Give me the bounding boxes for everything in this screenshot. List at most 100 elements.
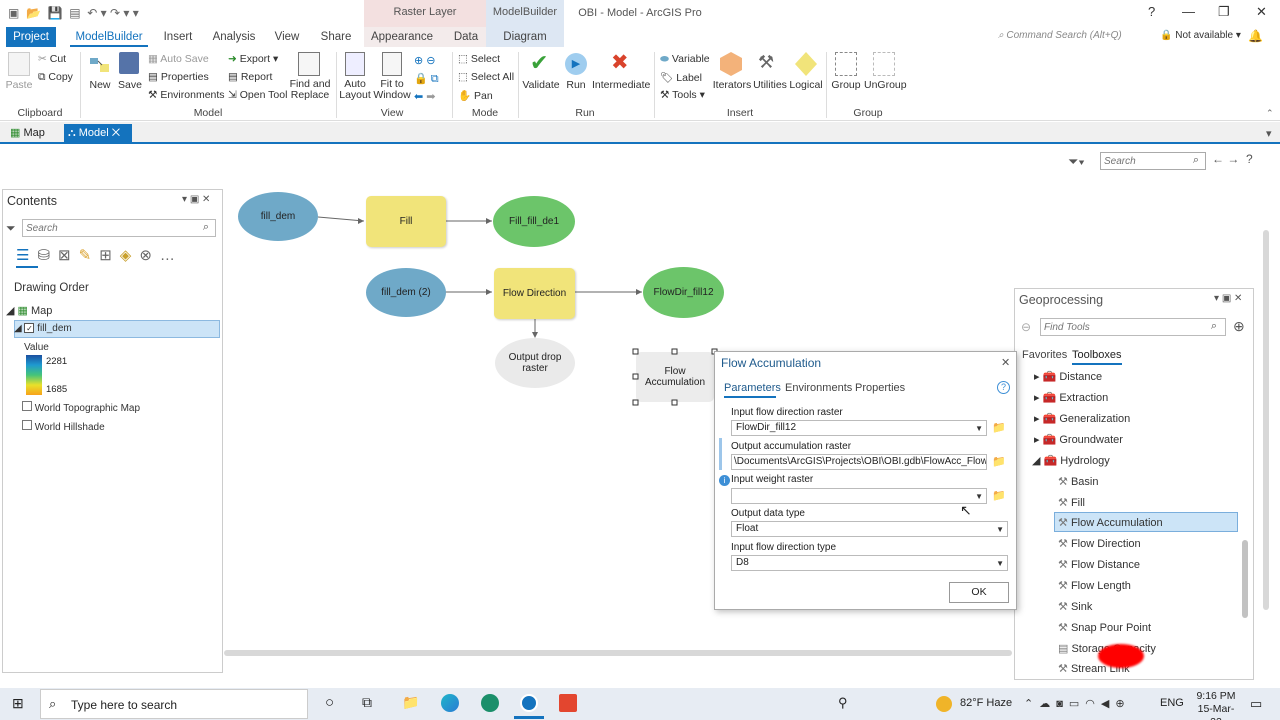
scrollbar-thumb[interactable] bbox=[1242, 540, 1248, 618]
filter-icon[interactable]: ⏷ bbox=[6, 221, 16, 236]
pencil-icon[interactable]: ✎ bbox=[79, 247, 100, 264]
node-output-drop-raster[interactable]: Output drop raster bbox=[495, 338, 575, 388]
camera-icon[interactable]: ◙ bbox=[1056, 698, 1069, 710]
language-indicator[interactable]: ENG bbox=[1160, 697, 1184, 709]
canvas-hscrollbar[interactable] bbox=[224, 650, 1012, 656]
source-icon[interactable]: ⊠ bbox=[58, 247, 79, 264]
tab-favorites[interactable]: Favorites bbox=[1022, 349, 1067, 361]
wifi-icon[interactable]: ◠ bbox=[1085, 698, 1101, 710]
layer-fill-dem-row[interactable]: ◢ ✓ fill_dem bbox=[14, 323, 72, 334]
task-view-icon[interactable]: ⧉ bbox=[362, 694, 372, 711]
checkbox-unchecked[interactable] bbox=[22, 420, 32, 430]
toolset-hydrology[interactable]: ◢ 🧰 Hydrology bbox=[1032, 454, 1110, 467]
tool-fill[interactable]: ⚒ Fill bbox=[1058, 496, 1085, 509]
output-acc-input[interactable]: \Documents\ArcGIS\Projects\OBI\OBI.gdb\F… bbox=[731, 454, 987, 470]
notification-icon[interactable]: ▭ bbox=[1250, 696, 1262, 712]
tool-basin[interactable]: ⚒ Basin bbox=[1058, 475, 1098, 488]
find-tools-input[interactable] bbox=[1041, 319, 1191, 335]
input-flow-dir-select[interactable]: FlowDir_fill12 ▼ bbox=[731, 420, 987, 436]
basemap-topographic[interactable]: World Topographic Map bbox=[22, 401, 140, 414]
checkbox-unchecked[interactable] bbox=[22, 401, 32, 411]
pane-menu-icon[interactable]: ▾ bbox=[1214, 293, 1219, 304]
search-icon[interactable]: ⌕ bbox=[203, 221, 209, 234]
volume-icon[interactable]: ◀ bbox=[1101, 698, 1115, 710]
toolset-generalization[interactable]: ▸ 🧰 Generalization bbox=[1034, 412, 1130, 425]
back-arrow-icon[interactable]: ⊖ bbox=[1021, 320, 1031, 334]
flow-dir-type-select[interactable]: D8 ▼ bbox=[731, 555, 1008, 571]
tab-toolboxes[interactable]: Toolboxes bbox=[1072, 349, 1122, 361]
tool-flow-length[interactable]: ⚒ Flow Length bbox=[1058, 579, 1131, 592]
node-flow-direction-tool[interactable]: Flow Direction bbox=[494, 268, 575, 319]
node-fill-output[interactable]: Fill_fill_de1 bbox=[493, 196, 575, 247]
toolset-distance[interactable]: ▸ 🧰 Distance bbox=[1034, 370, 1102, 383]
tool-flow-accumulation[interactable]: ⚒ Flow Accumulation bbox=[1058, 516, 1163, 529]
chevron-down-icon[interactable]: ▼ bbox=[975, 422, 983, 435]
close-icon[interactable]: ✕ bbox=[1001, 356, 1010, 369]
node-fill-tool[interactable]: Fill bbox=[366, 196, 446, 247]
tab-parameters[interactable]: Parameters bbox=[724, 382, 781, 394]
tool-flow-direction[interactable]: ⚒ Flow Direction bbox=[1058, 537, 1141, 550]
windows-start-icon[interactable]: ⊞ bbox=[12, 695, 24, 712]
pin-icon[interactable]: ▣ bbox=[1222, 293, 1231, 304]
pane-menu-icon[interactable]: ▾ bbox=[182, 194, 187, 205]
pane-controls[interactable]: ▾ ▣ ✕ bbox=[182, 194, 210, 205]
tool-snap-pour-point[interactable]: ⚒ Snap Pour Point bbox=[1058, 621, 1151, 634]
ok-button[interactable]: OK bbox=[949, 582, 1009, 603]
chevron-up-icon[interactable]: ⌃ bbox=[1024, 698, 1039, 710]
data-type-select[interactable]: Float ▼ bbox=[731, 521, 1008, 537]
basemap-hillshade[interactable]: World Hillshade bbox=[22, 420, 105, 433]
cortana-icon[interactable]: ○ bbox=[325, 694, 334, 711]
tool-flow-distance[interactable]: ⚒ Flow Distance bbox=[1058, 558, 1140, 571]
clock[interactable]: 9:16 PM15-Mar-22 bbox=[1194, 690, 1238, 720]
help-icon[interactable]: ? bbox=[997, 381, 1010, 394]
onedrive-icon[interactable]: ☁ bbox=[1039, 698, 1056, 710]
system-tray-icons[interactable]: ⌃☁◙▭◠◀⊕ bbox=[1024, 697, 1131, 710]
recorder-icon[interactable] bbox=[559, 694, 577, 712]
database-icon[interactable]: ⛁ bbox=[37, 247, 58, 264]
edge-icon[interactable] bbox=[441, 694, 459, 712]
folder-icon[interactable]: 📁 bbox=[992, 489, 1006, 502]
toolset-extraction[interactable]: ▸ 🧰 Extraction bbox=[1034, 391, 1108, 404]
arcgis-pro-icon[interactable] bbox=[520, 694, 538, 712]
canvas-scrollbar[interactable] bbox=[1263, 230, 1269, 610]
selection-handles[interactable] bbox=[630, 346, 722, 408]
tab-properties[interactable]: Properties bbox=[855, 382, 905, 394]
map-item[interactable]: ◢ ▦ Map bbox=[6, 304, 52, 317]
node-fill-dem-2[interactable]: fill_dem (2) bbox=[366, 268, 446, 317]
node-fill-dem[interactable]: fill_dem bbox=[238, 192, 318, 241]
checkbox-checked[interactable]: ✓ bbox=[24, 323, 35, 333]
chevron-down-icon[interactable]: ▼ bbox=[996, 557, 1004, 570]
add-layer-icon[interactable]: ⊞ bbox=[99, 247, 120, 264]
drawing-order-icon[interactable]: ☰ bbox=[16, 247, 37, 264]
contents-search-input[interactable] bbox=[23, 220, 183, 236]
contents-search-box[interactable]: ⌕ bbox=[22, 219, 216, 237]
folder-icon[interactable]: 📁 bbox=[992, 455, 1006, 468]
network-icon[interactable]: ⊕ bbox=[1115, 698, 1130, 710]
contents-toolbar[interactable]: ☰⛁⊠✎⊞◈⊗… bbox=[16, 246, 183, 264]
file-explorer-icon[interactable]: 📁 bbox=[402, 694, 419, 711]
more-icon[interactable]: … bbox=[160, 247, 183, 264]
info-icon[interactable]: i bbox=[719, 475, 730, 486]
find-tools-box[interactable]: ⌕ bbox=[1040, 318, 1226, 336]
chevron-down-icon[interactable]: ▼ bbox=[996, 523, 1004, 536]
app-icon[interactable] bbox=[481, 694, 499, 712]
weight-select[interactable]: ▼ bbox=[731, 488, 987, 504]
toolset-groundwater[interactable]: ▸ 🧰 Groundwater bbox=[1034, 433, 1123, 446]
add-icon[interactable]: ⊕ bbox=[1233, 318, 1245, 335]
scrollbar[interactable] bbox=[1241, 372, 1249, 672]
folder-icon[interactable]: 📁 bbox=[992, 421, 1006, 434]
pane-controls[interactable]: ▾ ▣ ✕ bbox=[1214, 293, 1242, 304]
tool-sink[interactable]: ⚒ Sink bbox=[1058, 600, 1092, 613]
close-icon[interactable]: ✕ bbox=[1234, 293, 1242, 304]
close-icon[interactable]: ✕ bbox=[202, 194, 210, 205]
weather-label[interactable]: 82°F Haze bbox=[960, 697, 1012, 709]
battery-icon[interactable]: ▭ bbox=[1069, 698, 1085, 710]
chevron-down-icon[interactable]: ▼ bbox=[975, 490, 983, 503]
search-icon[interactable]: ⌕ bbox=[1211, 320, 1217, 333]
pin-icon[interactable]: ▣ bbox=[190, 194, 199, 205]
weather-icon[interactable] bbox=[936, 696, 952, 712]
tab-environments[interactable]: Environments bbox=[785, 382, 852, 394]
taskbar-search[interactable]: ⌕ Type here to search bbox=[40, 689, 308, 719]
snap-icon[interactable]: ⊗ bbox=[139, 247, 160, 264]
node-flowdir-output[interactable]: FlowDir_fill12 bbox=[643, 267, 724, 318]
